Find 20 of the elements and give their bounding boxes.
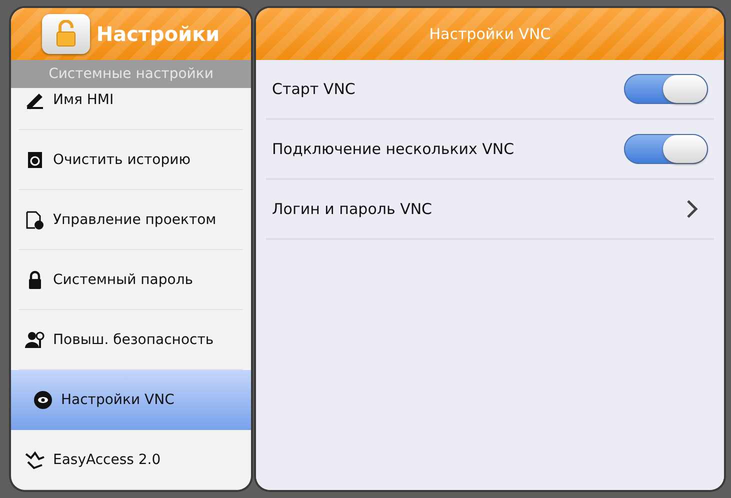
- sidebar-item[interactable]: Очистить историю: [19, 130, 243, 190]
- lock-button[interactable]: [42, 14, 90, 54]
- setting-label: Подключение нескольких VNC: [272, 140, 514, 158]
- sidebar-item[interactable]: Настройки VNC: [11, 370, 251, 430]
- setting-label: Логин и пароль VNC: [272, 200, 432, 218]
- sidebar-item[interactable]: EasyAccess 2.0: [19, 430, 243, 490]
- chevron-right-icon[interactable]: [686, 199, 698, 219]
- sidebar-item[interactable]: Управление проектом: [19, 190, 243, 250]
- users-icon: [25, 330, 45, 350]
- sidebar-item[interactable]: Имя HMI: [19, 88, 243, 130]
- section-header: Системные настройки: [11, 60, 251, 88]
- setting-label: Старт VNC: [272, 80, 356, 98]
- toggle-switch[interactable]: [624, 74, 708, 104]
- sidebar-title: Настройки: [96, 22, 220, 46]
- padlock-icon: [54, 20, 78, 48]
- eye-icon: [33, 390, 53, 410]
- toggle-switch[interactable]: [624, 134, 708, 164]
- panel-title: Настройки VNC: [429, 25, 551, 43]
- document-icon: [25, 210, 45, 230]
- sidebar-item[interactable]: Системный пароль: [19, 250, 243, 310]
